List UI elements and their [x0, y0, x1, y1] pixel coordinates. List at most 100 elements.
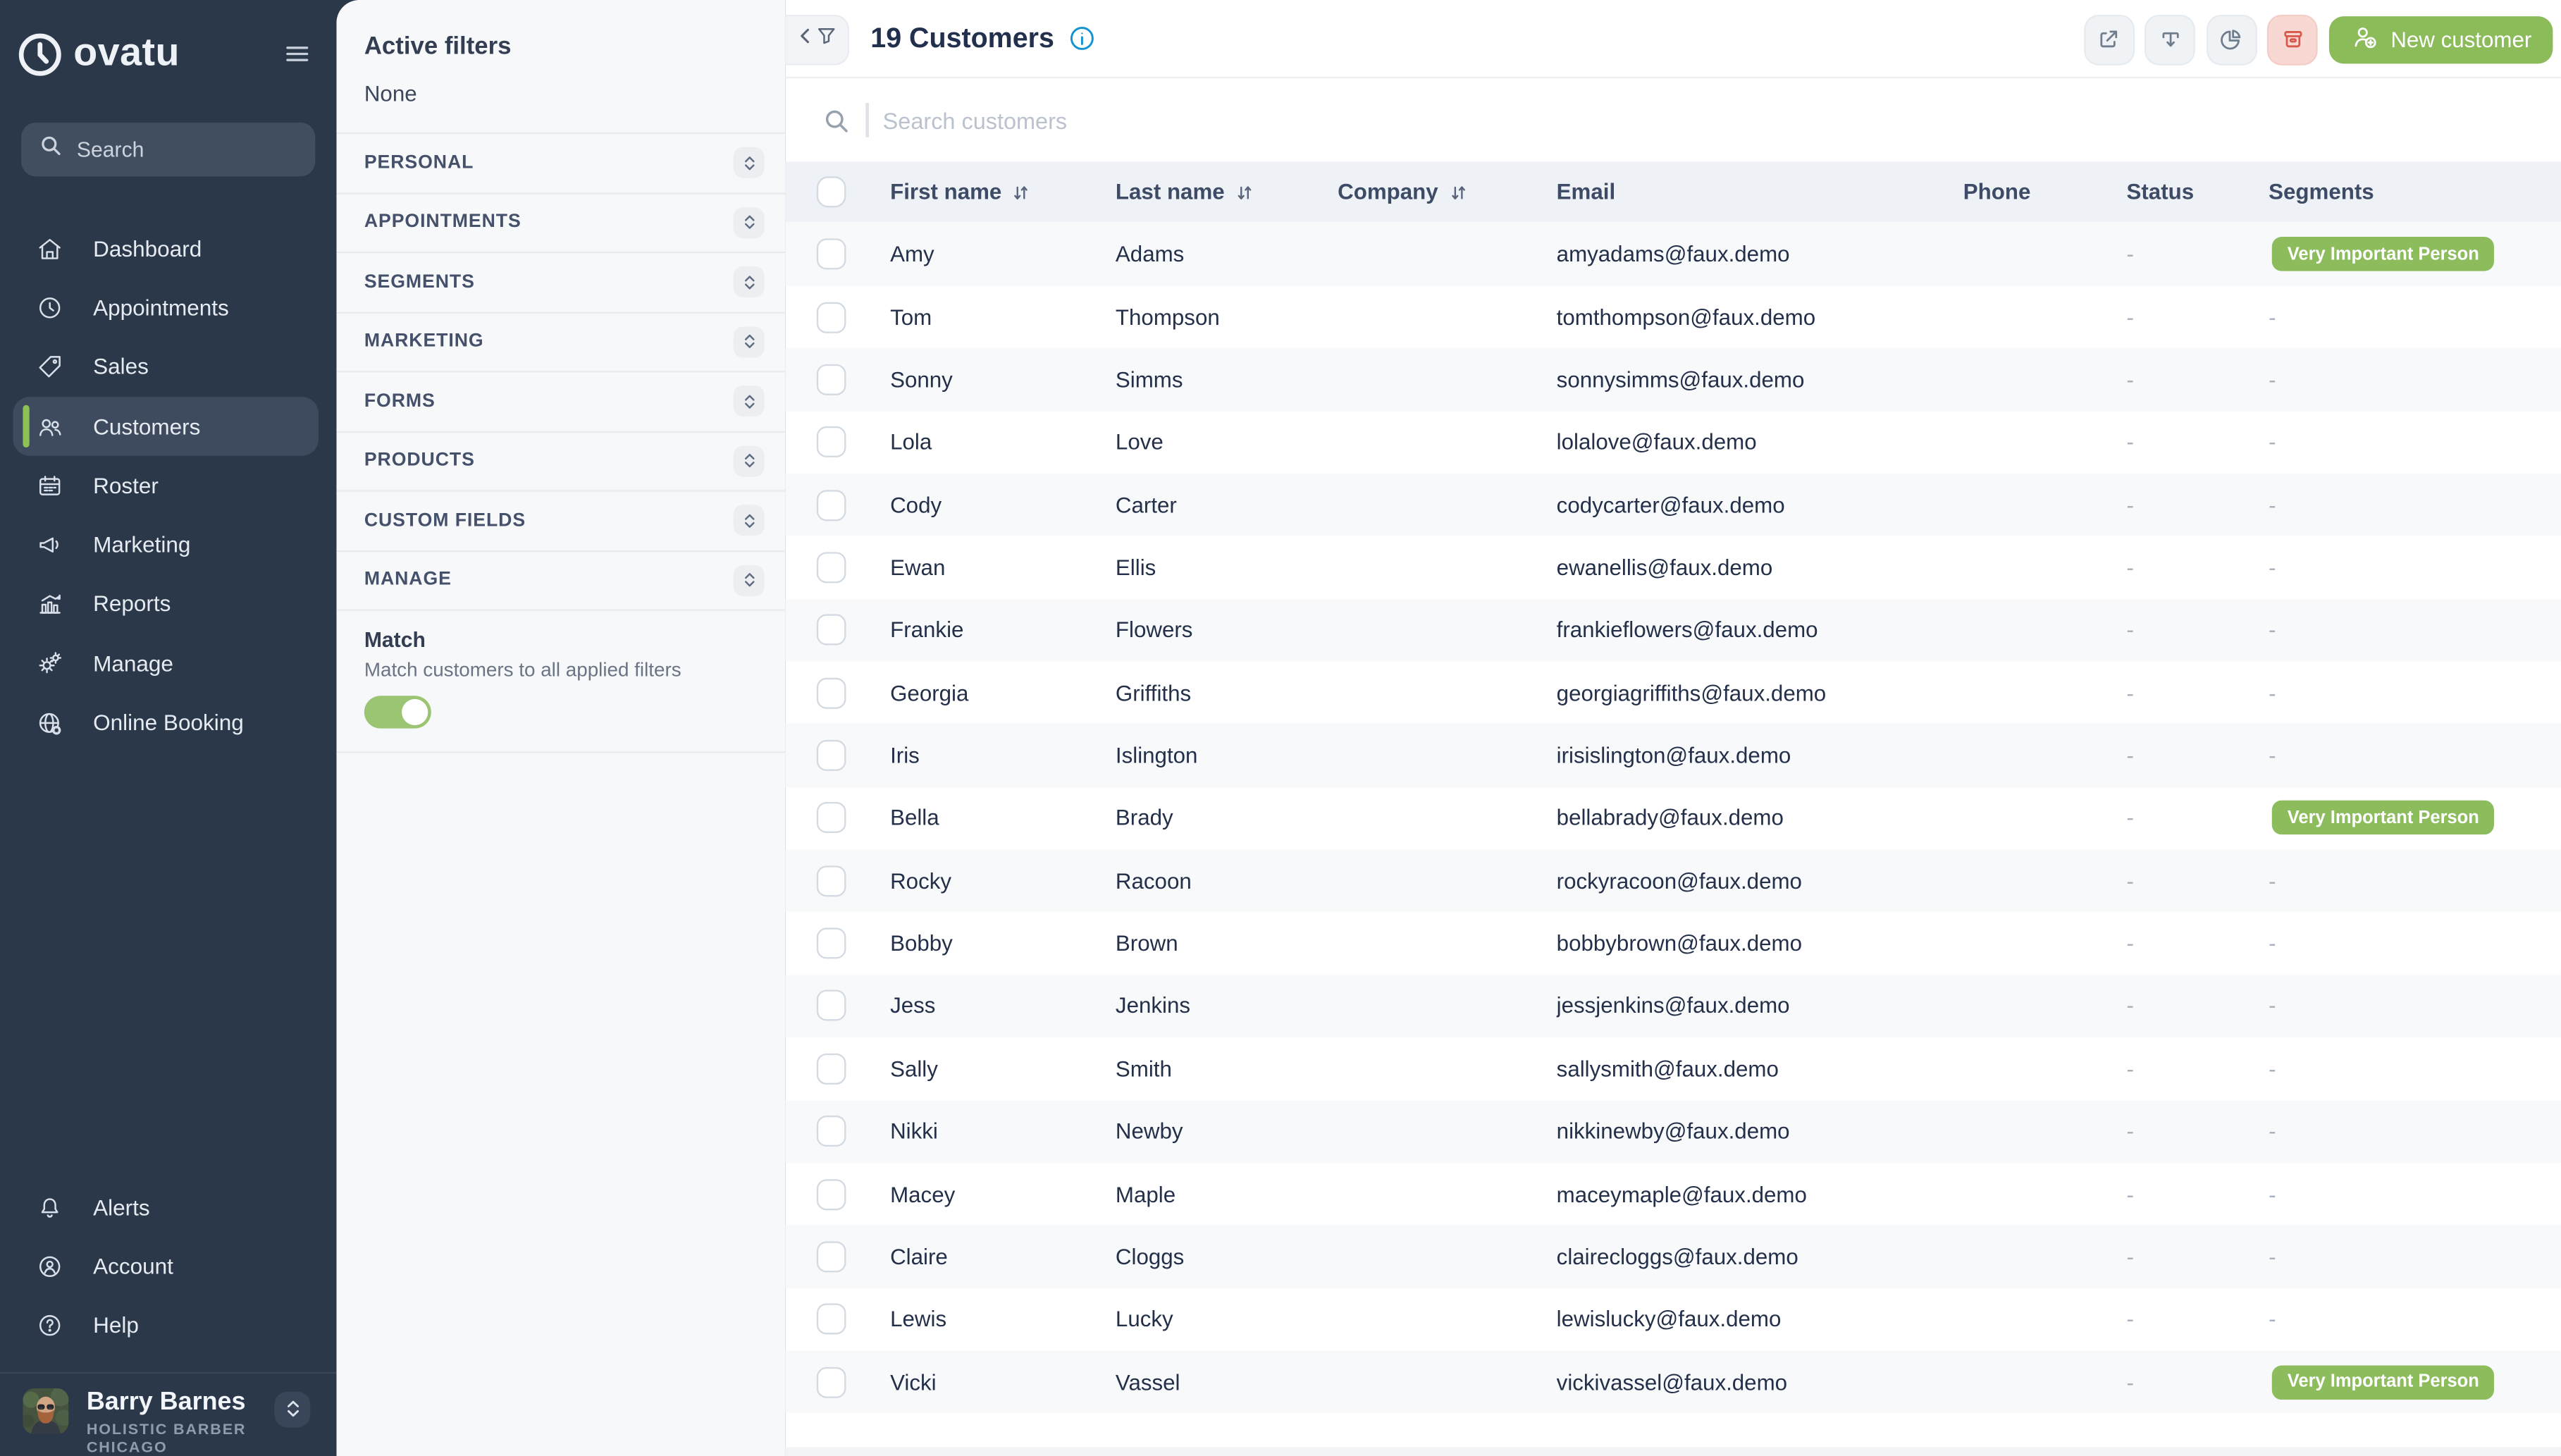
cell-segments: - [2269, 1244, 2276, 1269]
archive-button[interactable] [2267, 13, 2319, 66]
match-toggle[interactable] [364, 696, 431, 729]
unfold-chevron-icon[interactable] [733, 147, 765, 179]
table-row[interactable]: Georgia Griffiths georgiagriffiths@faux.… [786, 662, 2561, 724]
sidebar-item-reports[interactable]: Reports [0, 574, 336, 634]
table-row[interactable]: Macey Maple maceymaple@faux.demo - - [786, 1163, 2561, 1226]
cell-first-name: Lewis [890, 1307, 947, 1332]
sort-icon[interactable] [1235, 183, 1254, 202]
row-checkbox[interactable] [816, 1116, 846, 1147]
unfold-chevron-icon[interactable] [733, 505, 765, 536]
row-checkbox[interactable] [816, 615, 846, 646]
row-checkbox[interactable] [816, 990, 846, 1022]
toggle-knob [400, 698, 428, 726]
info-icon[interactable] [1069, 25, 1097, 52]
row-checkbox[interactable] [816, 301, 846, 333]
active-indicator-bar [23, 405, 30, 448]
unfold-chevron-icon[interactable] [733, 326, 765, 357]
merge-button[interactable] [2145, 13, 2196, 66]
row-checkbox[interactable] [816, 865, 846, 896]
table-row[interactable]: Cody Carter codycarter@faux.demo - - [785, 473, 2561, 536]
row-checkbox[interactable] [816, 677, 846, 709]
cell-first-name: Vicki [890, 1369, 937, 1395]
export-button[interactable] [2083, 13, 2135, 66]
sidebar-item-customers[interactable]: Customers [13, 396, 319, 457]
filter-section-label: SEGMENTS [364, 272, 475, 292]
unfold-chevron-icon[interactable] [733, 445, 765, 477]
filter-section-products[interactable]: PRODUCTS [336, 430, 786, 491]
row-checkbox[interactable] [816, 364, 846, 395]
cell-status: - [2126, 367, 2134, 392]
cell-email: ewanellis@faux.demo [1556, 555, 1773, 580]
sidebar-search-input[interactable]: Search [21, 122, 316, 177]
page-header: 19 Customers New customer [785, 0, 2561, 79]
column-header-company[interactable]: Company [1338, 180, 1557, 204]
sidebar-item-account[interactable]: Account [0, 1237, 336, 1296]
new-customer-button[interactable]: New customer [2328, 16, 2553, 64]
row-checkbox[interactable] [816, 1304, 846, 1335]
sort-icon[interactable] [1011, 183, 1031, 202]
table-row[interactable]: Tom Thompson tomthompson@faux.demo - - [786, 285, 2561, 348]
filter-section-appointments[interactable]: APPOINTMENTS [336, 192, 786, 252]
unfold-chevron-icon[interactable] [733, 206, 765, 238]
row-checkbox[interactable] [816, 1241, 846, 1273]
filter-section-forms[interactable]: FORMS [336, 371, 786, 431]
stats-pie-button[interactable] [2206, 13, 2257, 66]
table-row[interactable]: Lewis Lucky lewislucky@faux.demo - - [786, 1288, 2561, 1351]
table-row[interactable]: Nikki Newby nikkinewby@faux.demo - - [785, 1099, 2561, 1163]
select-all-checkbox[interactable] [816, 177, 846, 209]
table-row[interactable]: Frankie Flowers frankieflowers@faux.demo… [785, 598, 2561, 662]
row-checkbox[interactable] [816, 426, 846, 458]
sidebar-item-marketing[interactable]: Marketing [0, 515, 336, 574]
table-row[interactable]: Amy Adams amyadams@faux.demo - Very Impo… [785, 223, 2561, 286]
sidebar-item-dashboard[interactable]: Dashboard [0, 219, 336, 278]
row-checkbox[interactable] [816, 802, 846, 834]
table-row[interactable]: Vicki Vassel vickivassel@faux.demo - Ver… [785, 1350, 2561, 1414]
column-header-first-name[interactable]: First name [890, 180, 1116, 204]
filter-section-personal[interactable]: PERSONAL [336, 132, 786, 192]
row-checkbox[interactable] [816, 927, 846, 959]
table-row[interactable]: Sally Smith sallysmith@faux.demo - - [786, 1037, 2561, 1100]
filter-section-segments[interactable]: SEGMENTS [336, 251, 786, 311]
sidebar-item-appointments[interactable]: Appointments [0, 278, 336, 338]
row-checkbox[interactable] [816, 238, 846, 270]
sidebar-item-roster[interactable]: Roster [0, 456, 336, 515]
cell-segments: Very Important Person [2269, 1364, 2561, 1400]
table-row[interactable]: Sonny Simms sonnysimms@faux.demo - - [785, 348, 2561, 412]
row-checkbox[interactable] [816, 489, 846, 521]
hamburger-menu-icon[interactable] [281, 39, 314, 69]
sidebar-item-help[interactable]: Help [0, 1296, 336, 1355]
profile-switcher-button[interactable] [274, 1391, 311, 1428]
filter-section-marketing[interactable]: MARKETING [336, 311, 786, 371]
filter-section-manage[interactable]: MANAGE [336, 549, 786, 610]
unfold-chevron-icon[interactable] [733, 385, 765, 417]
row-checkbox[interactable] [816, 1366, 846, 1398]
filter-section-custom-fields[interactable]: CUSTOM FIELDS [336, 490, 786, 550]
sidebar-item-alerts[interactable]: Alerts [0, 1178, 336, 1237]
ovatu-logo[interactable]: ovatu [16, 30, 180, 78]
table-row[interactable]: Iris Islington irisislington@faux.demo -… [785, 724, 2561, 787]
row-checkbox[interactable] [816, 1178, 846, 1210]
table-row[interactable]: Rocky Racoon rockyracoon@faux.demo - - [785, 849, 2561, 913]
table-row[interactable]: Bella Brady bellabrady@faux.demo - Very … [786, 786, 2561, 849]
table-row[interactable]: Lola Love lolalove@faux.demo - - [786, 411, 2561, 474]
sort-icon[interactable] [1448, 183, 1468, 202]
profile-section[interactable]: Barry Barnes HOLISTIC BARBER CHICAGO [0, 1374, 336, 1456]
sidebar-item-online-booking[interactable]: Online Booking [0, 693, 336, 753]
sidebar-item-sales[interactable]: Sales [0, 338, 336, 397]
table-row[interactable]: Claire Cloggs clairecloggs@faux.demo - - [785, 1225, 2561, 1288]
unfold-chevron-icon[interactable] [733, 266, 765, 298]
column-label: Email [1556, 180, 1616, 205]
sidebar-item-manage[interactable]: Manage [0, 634, 336, 693]
table-row[interactable]: Ewan Ellis ewanellis@faux.demo - - [786, 536, 2561, 599]
table-row[interactable]: Bobby Brown bobbybrown@faux.demo - - [786, 912, 2561, 975]
table-row[interactable]: Jess Jenkins jessjenkins@faux.demo - - [785, 975, 2561, 1038]
row-checkbox[interactable] [816, 1053, 846, 1085]
collapse-filters-tab[interactable] [785, 13, 850, 66]
column-header-last-name[interactable]: Last name [1116, 180, 1338, 204]
row-checkbox[interactable] [816, 739, 846, 771]
search-customers-input[interactable] [880, 105, 1572, 135]
sidebar-item-label: Online Booking [93, 710, 244, 735]
cell-last-name: Jenkins [1115, 994, 1191, 1018]
row-checkbox[interactable] [816, 552, 846, 584]
unfold-chevron-icon[interactable] [733, 564, 765, 596]
